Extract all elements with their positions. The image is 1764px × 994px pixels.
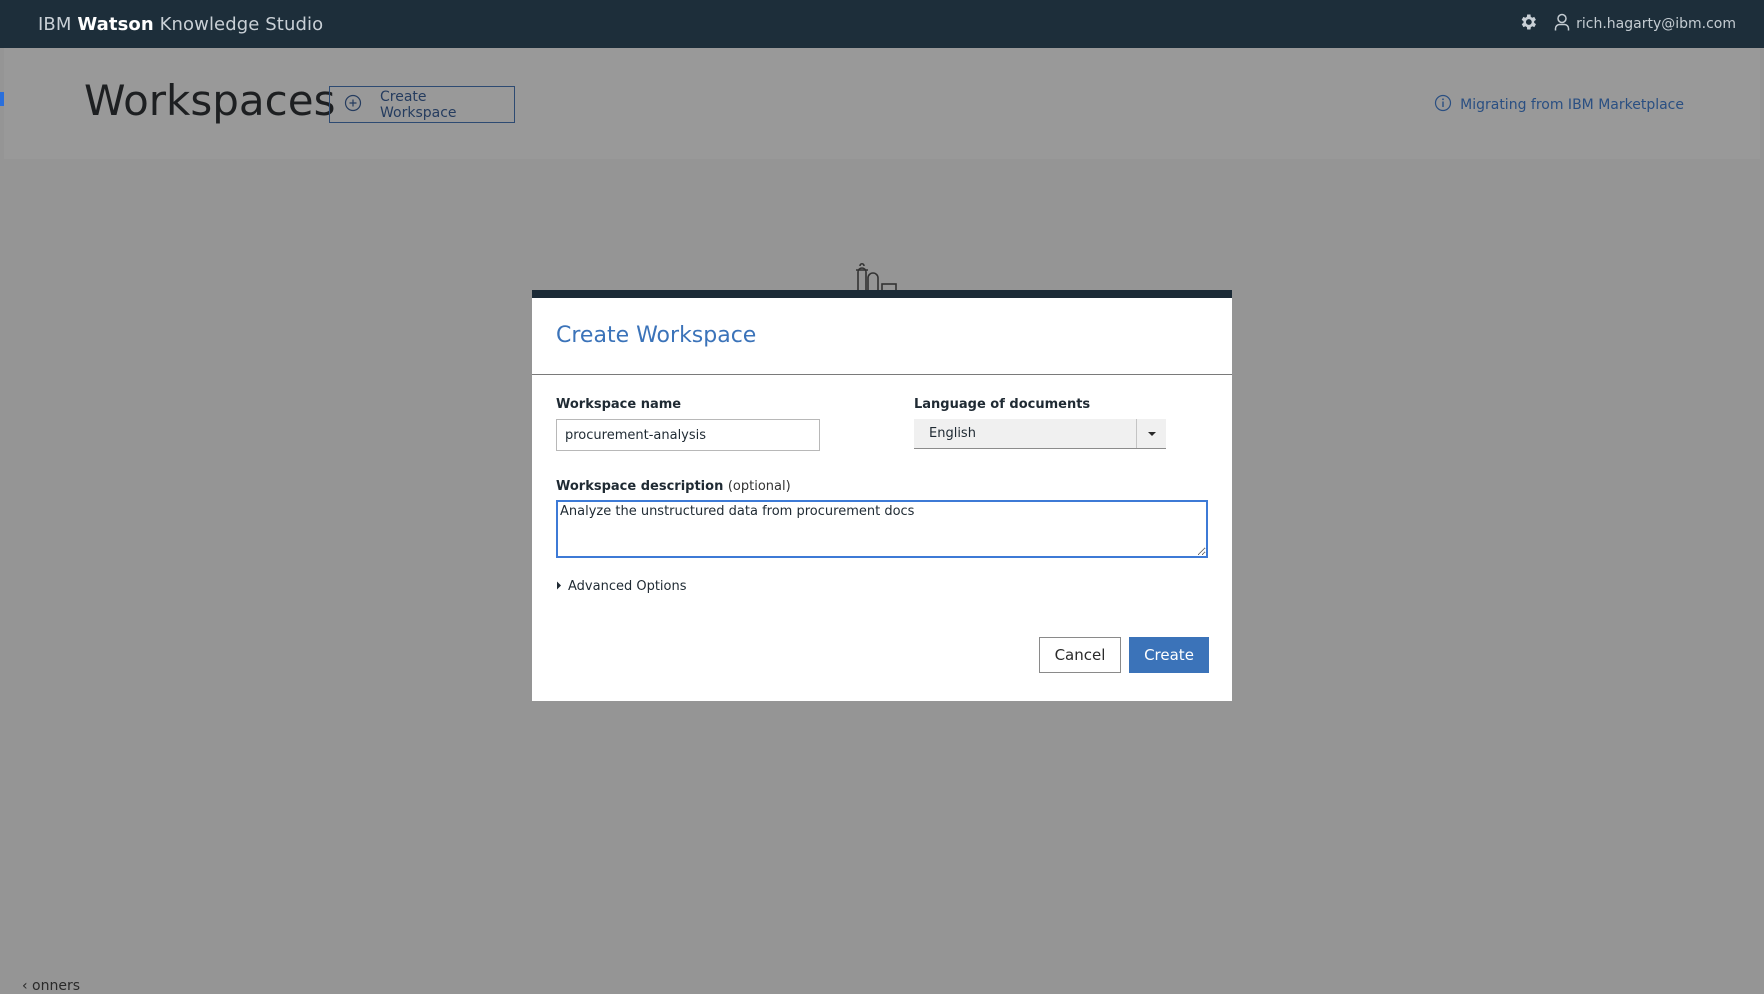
- workspace-name-label: Workspace name: [556, 397, 682, 412]
- cancel-button[interactable]: Cancel: [1039, 637, 1121, 673]
- workspace-name-input[interactable]: [556, 419, 820, 451]
- app-brand[interactable]: IBM Watson Knowledge Studio: [38, 14, 323, 35]
- caret-right-icon: [556, 579, 562, 594]
- description-group: Workspace description (optional) Analyze…: [556, 479, 1208, 562]
- left-accent-bar: [0, 92, 4, 106]
- page-header: Workspaces Create Workspace Migrating fr…: [4, 48, 1760, 159]
- plus-circle-icon: [344, 94, 362, 116]
- migrate-link[interactable]: Migrating from IBM Marketplace: [1434, 94, 1684, 116]
- workspace-description-input[interactable]: Analyze the unstructured data from procu…: [556, 500, 1208, 558]
- brand-suffix: Knowledge Studio: [153, 13, 324, 35]
- modal-title: Create Workspace: [556, 323, 757, 348]
- migrate-link-label: Migrating from IBM Marketplace: [1460, 97, 1684, 113]
- workspace-name-group: Workspace name: [556, 397, 820, 451]
- language-value: English: [929, 426, 976, 441]
- language-select[interactable]: English: [914, 419, 1166, 449]
- brand-bold: Watson: [77, 13, 154, 35]
- description-label: Workspace description (optional): [556, 479, 1208, 494]
- user-email: rich.hagarty@ibm.com: [1576, 16, 1736, 32]
- info-icon: [1434, 94, 1452, 116]
- optional-tag: (optional): [727, 479, 791, 494]
- create-button[interactable]: Create: [1129, 637, 1209, 673]
- user-icon: [1554, 13, 1570, 35]
- modal-actions: Cancel Create: [1039, 637, 1209, 673]
- advanced-options-toggle[interactable]: Advanced Options: [556, 579, 687, 594]
- language-group: Language of documents English: [914, 397, 1166, 449]
- create-workspace-label: Create Workspace: [380, 88, 457, 121]
- user-menu[interactable]: rich.hagarty@ibm.com: [1554, 13, 1736, 35]
- modal-header: Create Workspace: [532, 298, 1232, 375]
- description-label-text: Workspace description: [556, 479, 724, 494]
- brand-prefix: IBM: [38, 13, 78, 35]
- caret-down-icon[interactable]: [1136, 419, 1166, 448]
- advanced-options-label: Advanced Options: [568, 579, 687, 594]
- create-workspace-button[interactable]: Create Workspace: [329, 86, 515, 123]
- top-bar: IBM Watson Knowledge Studio rich.hagarty…: [0, 0, 1764, 48]
- language-label: Language of documents: [914, 397, 1091, 412]
- top-right-controls: rich.hagarty@ibm.com: [1518, 12, 1736, 36]
- create-workspace-modal: Create Workspace Workspace name Language…: [532, 290, 1232, 701]
- gear-icon[interactable]: [1518, 12, 1538, 36]
- page-title: Workspaces: [84, 76, 336, 125]
